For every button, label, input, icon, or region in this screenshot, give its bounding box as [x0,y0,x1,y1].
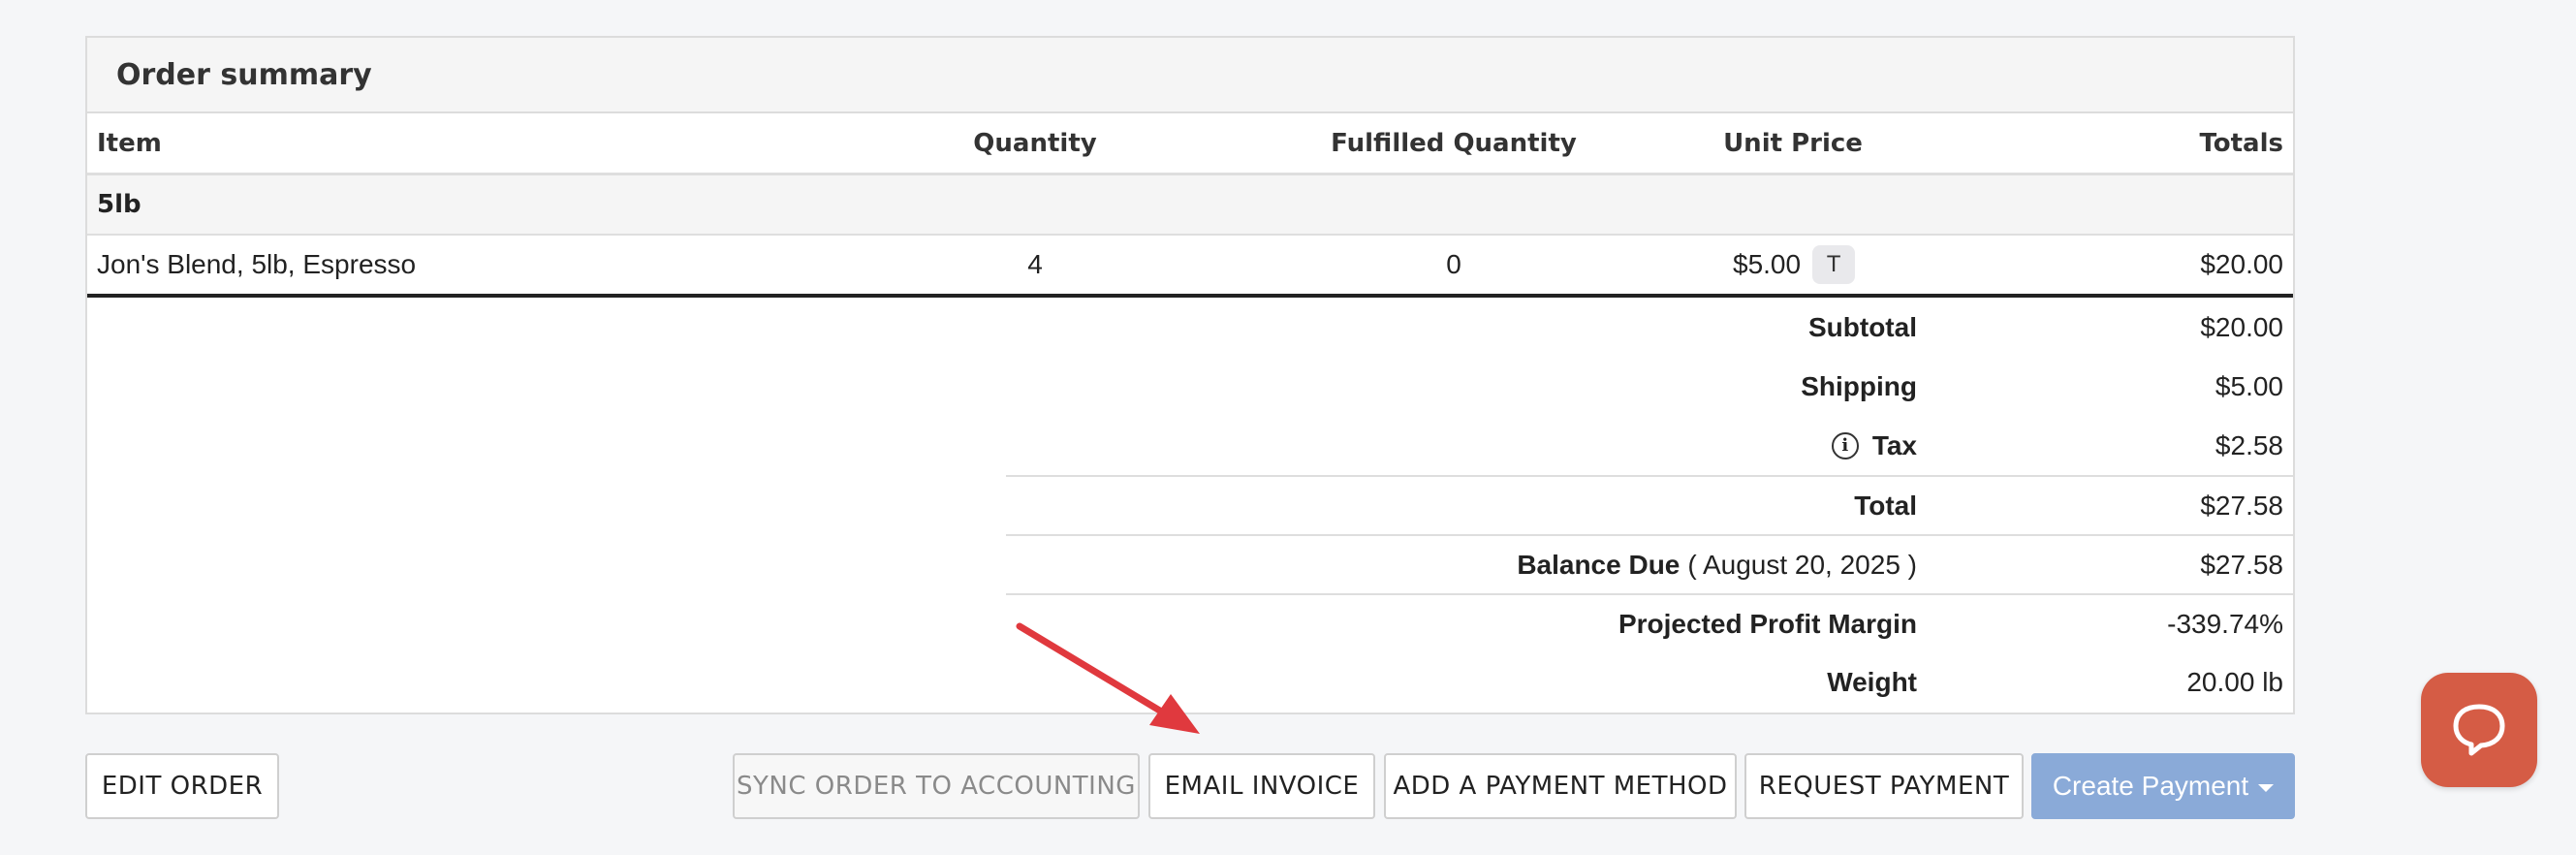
edit-order-button[interactable]: EDIT ORDER [85,753,279,819]
weight-value: 20.00 lb [2186,666,2283,697]
row-quantity: 4 [1027,249,1043,279]
chat-bubble-icon [2453,704,2505,756]
profit-margin-row: Projected Profit Margin -339.74% [1006,593,2293,652]
balance-due-label-group: Balance Due ( August 20, 2025 ) [1517,550,1917,581]
header-fulfilled-quantity: Fulfilled Quantity [1331,128,1577,158]
tax-value: $2.58 [2215,429,2283,460]
total-value: $27.58 [2200,490,2283,521]
header-unit-price: Unit Price [1723,128,1863,158]
create-payment-label: Create Payment [2052,771,2249,801]
tax-row: i Tax $2.58 [87,416,2293,475]
subtotal-value: $20.00 [2200,311,2283,342]
row-item: Jon's Blend, 5lb, Espresso [97,249,417,279]
total-label: Total [1854,490,1917,521]
header-totals: Totals [2199,128,2283,158]
taxable-badge: T [1812,245,1856,284]
row-unit-price: $5.00 [1733,249,1802,279]
sync-order-to-accounting-button[interactable]: SYNC ORDER TO ACCOUNTING [733,753,1140,819]
request-payment-button[interactable]: REQUEST PAYMENT [1744,753,2024,819]
group-row: 5lb [87,175,2293,236]
info-icon[interactable]: i [1831,431,1859,459]
header-quantity: Quantity [973,128,1097,158]
total-row: Total $27.58 [1006,475,2293,534]
weight-label: Weight [1827,666,1917,697]
tax-label: Tax [1871,429,1917,460]
profit-margin-label: Projected Profit Margin [1618,608,1917,639]
chat-button[interactable] [2421,673,2537,787]
shipping-label: Shipping [1801,370,1917,401]
subtotal-label: Subtotal [1808,311,1917,342]
email-invoice-button[interactable]: EMAIL INVOICE [1148,753,1375,819]
balance-due-date: ( August 20, 2025 ) [1687,549,1917,580]
add-payment-method-button[interactable]: ADD A PAYMENT METHOD [1384,753,1737,819]
tax-label-group: i Tax [1831,429,1917,461]
table-header: Item Quantity Fulfilled Quantity Unit Pr… [87,113,2293,175]
order-summary-panel: Order summary Item Quantity Fulfilled Qu… [85,36,2295,714]
group-label: 5lb [97,190,141,219]
create-payment-button[interactable]: Create Payment [2031,753,2295,819]
profit-margin-value: -339.74% [2167,608,2283,639]
balance-due-label: Balance Due [1517,549,1681,580]
header-item: Item [97,128,162,158]
chevron-down-icon [2258,784,2275,792]
shipping-row: Shipping $5.00 [87,357,2293,416]
subtotal-row: Subtotal $20.00 [87,298,2293,357]
row-total: $20.00 [2200,249,2283,279]
table-row: Jon's Blend, 5lb, Espresso 4 0 $5.00 T $… [87,236,2293,298]
summary-totals: Subtotal $20.00 Shipping $5.00 i Tax $2.… [87,298,2293,712]
shipping-value: $5.00 [2215,370,2283,401]
weight-row: Weight 20.00 lb [87,652,2293,712]
balance-due-row: Balance Due ( August 20, 2025 ) $27.58 [1006,534,2293,593]
balance-due-value: $27.58 [2200,549,2283,580]
row-unit-price-cell: $5.00 T [1733,245,1856,284]
panel-title: Order summary [87,38,2293,113]
row-fulfilled: 0 [1446,249,1461,279]
